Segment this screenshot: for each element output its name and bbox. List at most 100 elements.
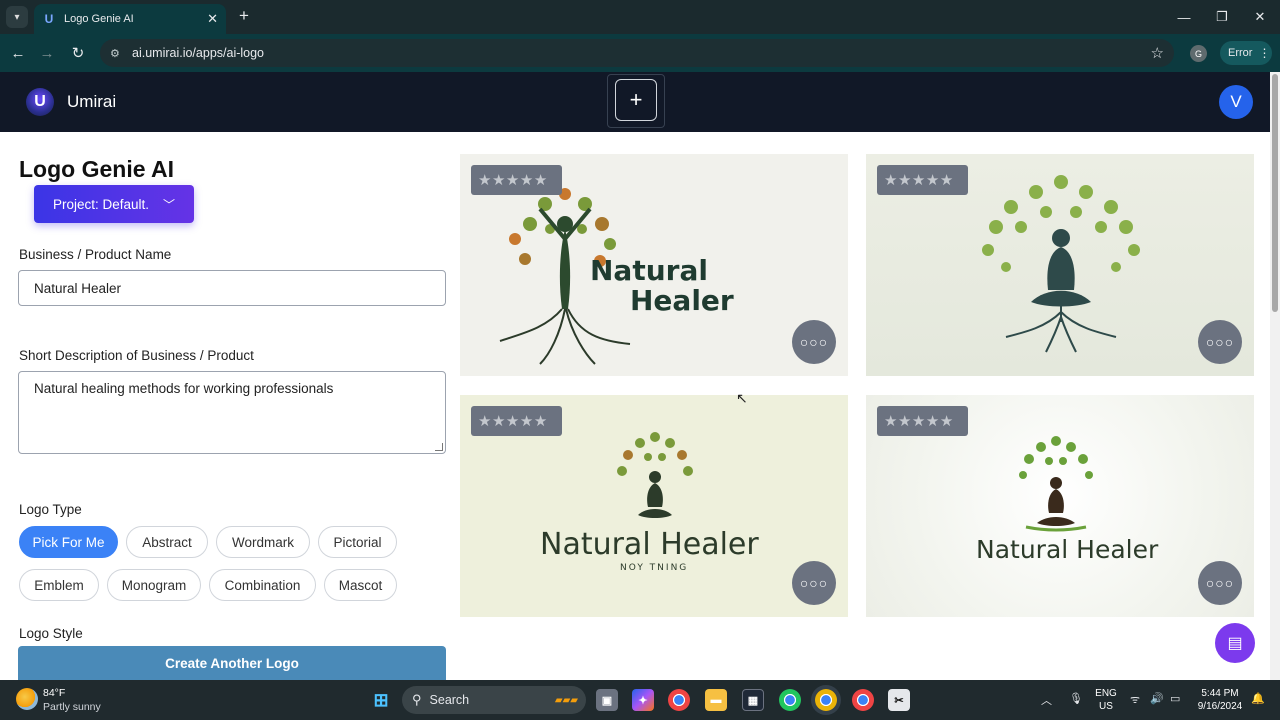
chrome-window-icon[interactable] bbox=[852, 689, 874, 711]
type-chip-pick-for-me[interactable]: Pick For Me bbox=[19, 526, 118, 558]
user-avatar[interactable]: V bbox=[1219, 85, 1253, 119]
tree-meditation-logo-icon bbox=[1019, 436, 1093, 532]
wifi-icon[interactable]: ᯤ bbox=[1130, 692, 1140, 707]
resize-handle[interactable] bbox=[435, 443, 443, 451]
logo-line1-text: Natural Healer bbox=[540, 527, 759, 562]
star-icon[interactable]: ★ bbox=[534, 171, 547, 189]
weather-description[interactable]: Partly sunny bbox=[43, 701, 101, 713]
page-scrollbar[interactable] bbox=[1270, 72, 1280, 680]
star-icon[interactable]: ★ bbox=[884, 171, 897, 189]
copilot-icon[interactable]: ✦ bbox=[632, 689, 654, 711]
store-icon[interactable]: ▦ bbox=[742, 689, 764, 711]
bookmark-star-icon[interactable]: ☆ bbox=[1151, 44, 1164, 62]
site-info-icon[interactable]: ⚙ bbox=[110, 47, 126, 60]
star-icon[interactable]: ★ bbox=[478, 412, 491, 430]
type-chip-wordmark[interactable]: Wordmark bbox=[216, 526, 310, 558]
battery-icon[interactable]: ▭ bbox=[1170, 692, 1180, 705]
star-icon[interactable]: ★ bbox=[940, 171, 953, 189]
star-icon[interactable]: ★ bbox=[506, 412, 519, 430]
logo-card-2[interactable]: ★ ★ ★ ★ ★ ○○○ bbox=[866, 154, 1254, 376]
star-rating[interactable]: ★ ★ ★ ★ ★ bbox=[471, 406, 562, 436]
clock[interactable]: 5:44 PM 9/16/2024 bbox=[1194, 687, 1246, 713]
file-explorer-icon[interactable]: ▬ bbox=[705, 689, 727, 711]
language-indicator[interactable]: ENG US bbox=[1094, 687, 1118, 713]
more-options-button[interactable]: ○○○ bbox=[1198, 561, 1242, 605]
umirai-logo-icon[interactable]: U bbox=[26, 88, 54, 116]
star-icon[interactable]: ★ bbox=[492, 171, 505, 189]
weather-temperature[interactable]: 84°F bbox=[43, 687, 65, 699]
type-chip-abstract[interactable]: Abstract bbox=[126, 526, 208, 558]
star-icon[interactable]: ★ bbox=[534, 412, 547, 430]
region-code: US bbox=[1099, 701, 1113, 712]
type-chip-monogram[interactable]: Monogram bbox=[107, 569, 201, 601]
close-tab-icon[interactable]: ✕ bbox=[207, 11, 218, 27]
star-rating[interactable]: ★ ★ ★ ★ ★ bbox=[471, 165, 562, 195]
star-icon[interactable]: ★ bbox=[926, 171, 939, 189]
star-icon[interactable]: ★ bbox=[506, 171, 519, 189]
chat-support-icon[interactable]: ▤ bbox=[1215, 623, 1255, 663]
chrome-profile-icon[interactable] bbox=[779, 689, 801, 711]
star-icon[interactable]: ★ bbox=[520, 171, 533, 189]
back-icon[interactable]: ← bbox=[7, 42, 29, 64]
address-bar[interactable]: ⚙ ai.umirai.io/apps/ai-logo ☆ bbox=[100, 39, 1174, 67]
forward-icon[interactable]: → bbox=[36, 42, 58, 64]
type-chip-pictorial[interactable]: Pictorial bbox=[318, 526, 397, 558]
star-icon[interactable]: ★ bbox=[884, 412, 897, 430]
restore-icon[interactable]: ❐ bbox=[1210, 6, 1234, 28]
mouse-cursor-icon: ↖ bbox=[736, 390, 748, 406]
type-chip-combination[interactable]: Combination bbox=[209, 569, 316, 601]
language-code: ENG bbox=[1095, 688, 1117, 699]
star-rating[interactable]: ★ ★ ★ ★ ★ bbox=[877, 406, 968, 436]
logo-card-4[interactable]: Natural Healer ★ ★ ★ ★ ★ ○○○ bbox=[866, 395, 1254, 617]
more-options-button[interactable]: ○○○ bbox=[792, 561, 836, 605]
star-rating[interactable]: ★ ★ ★ ★ ★ bbox=[877, 165, 968, 195]
star-icon[interactable]: ★ bbox=[478, 171, 491, 189]
browser-tab[interactable]: U Logo Genie AI ✕ bbox=[34, 4, 226, 34]
star-icon[interactable]: ★ bbox=[912, 171, 925, 189]
more-options-button[interactable]: ○○○ bbox=[792, 320, 836, 364]
tree-meditation-logo-icon bbox=[617, 432, 693, 518]
type-chip-emblem[interactable]: Emblem bbox=[19, 569, 99, 601]
star-icon[interactable]: ★ bbox=[492, 412, 505, 430]
chevron-up-icon[interactable]: ︿ bbox=[1041, 692, 1052, 708]
microphone-icon[interactable]: 🎙 bbox=[1069, 692, 1083, 705]
star-icon[interactable]: ★ bbox=[898, 412, 911, 430]
tree-meditation-logo-icon bbox=[982, 175, 1140, 353]
new-tab-icon[interactable]: + bbox=[234, 6, 254, 26]
new-logo-plus-button[interactable]: + bbox=[615, 79, 657, 121]
brand-name[interactable]: Umirai bbox=[67, 92, 116, 112]
scrollbar-thumb[interactable] bbox=[1272, 74, 1278, 312]
type-chip-mascot[interactable]: Mascot bbox=[324, 569, 397, 601]
volume-icon[interactable]: 🔊 bbox=[1150, 692, 1164, 705]
create-another-logo-button[interactable]: Create Another Logo bbox=[18, 646, 446, 680]
chrome-active-icon[interactable] bbox=[815, 689, 837, 711]
logo-card-3[interactable]: Natural Healer NOY TNING ★ ★ ★ ★ ★ ○○○ bbox=[460, 395, 848, 617]
close-window-icon[interactable]: ✕ bbox=[1248, 6, 1272, 28]
weather-partly-sunny-icon[interactable] bbox=[16, 688, 38, 710]
windows-start-icon[interactable]: ⊞ bbox=[370, 689, 392, 711]
snipping-tool-icon[interactable]: ✂ bbox=[888, 689, 910, 711]
business-name-input[interactable]: Natural Healer bbox=[18, 270, 446, 306]
url-text[interactable]: ai.umirai.io/apps/ai-logo bbox=[132, 46, 264, 60]
chrome-icon[interactable] bbox=[668, 689, 690, 711]
star-icon[interactable]: ★ bbox=[926, 412, 939, 430]
minimize-icon[interactable]: — bbox=[1172, 6, 1196, 28]
profile-icon[interactable]: G bbox=[1190, 45, 1207, 62]
star-icon[interactable]: ★ bbox=[898, 171, 911, 189]
page-title: Logo Genie AI bbox=[19, 156, 175, 182]
star-icon[interactable]: ★ bbox=[520, 412, 533, 430]
taskbar-search[interactable]: ⚲ Search ▰▰▰ bbox=[402, 686, 586, 714]
tab-search-icon[interactable]: ▾ bbox=[6, 6, 28, 28]
star-icon[interactable]: ★ bbox=[940, 412, 953, 430]
more-options-button[interactable]: ○○○ bbox=[1198, 320, 1242, 364]
project-dropdown[interactable]: Project: Default. ﹀ bbox=[34, 185, 194, 223]
star-icon[interactable]: ★ bbox=[912, 412, 925, 430]
description-textarea[interactable]: Natural healing methods for working prof… bbox=[18, 371, 446, 454]
reload-icon[interactable]: ↻ bbox=[67, 42, 89, 64]
notification-bell-icon[interactable]: 🔔 bbox=[1251, 692, 1265, 705]
logo-line1-text: Natural bbox=[590, 254, 708, 287]
error-menu-button[interactable]: Error ⋮ bbox=[1220, 41, 1272, 65]
task-view-icon[interactable]: ▣ bbox=[596, 689, 618, 711]
logo-line1-text: Natural Healer bbox=[976, 535, 1159, 564]
logo-card-1[interactable]: Natural Healer ★ ★ ★ ★ ★ ○○○ bbox=[460, 154, 848, 376]
